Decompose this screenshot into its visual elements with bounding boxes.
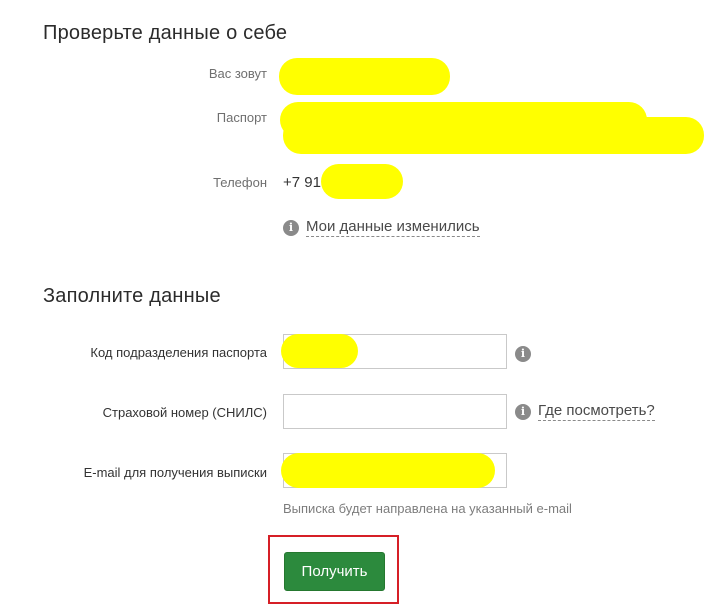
- phone-redaction: [321, 164, 403, 199]
- snils-where-link[interactable]: Где посмотреть?: [538, 402, 655, 421]
- info-icon: i: [283, 220, 299, 236]
- submit-button[interactable]: Получить: [284, 552, 385, 591]
- email-label: E-mail для получения выписки: [83, 465, 267, 480]
- section-title-check: Проверьте данные о себе: [43, 22, 288, 44]
- email-hint: Выписка будет направлена на указанный e-…: [283, 501, 572, 516]
- section-title-fill: Заполните данные: [43, 285, 221, 307]
- phone-label: Телефон: [213, 175, 267, 190]
- name-redaction: [279, 58, 450, 95]
- data-changed-link[interactable]: Мои данные изменились: [306, 218, 480, 237]
- snils-info-icon[interactable]: i: [515, 404, 531, 420]
- passport-label: Паспорт: [216, 110, 267, 125]
- passport-redaction-line-2: [283, 117, 704, 154]
- email-redaction: [281, 453, 495, 488]
- phone-value: +7 91: [283, 174, 321, 191]
- division-code-label: Код подразделения паспорта: [90, 345, 267, 360]
- snils-label: Страховой номер (СНИЛС): [102, 405, 267, 420]
- division-code-redaction: [281, 334, 358, 368]
- snils-input[interactable]: [283, 394, 507, 429]
- name-label: Вас зовут: [208, 66, 267, 81]
- division-code-info-icon[interactable]: i: [515, 346, 531, 362]
